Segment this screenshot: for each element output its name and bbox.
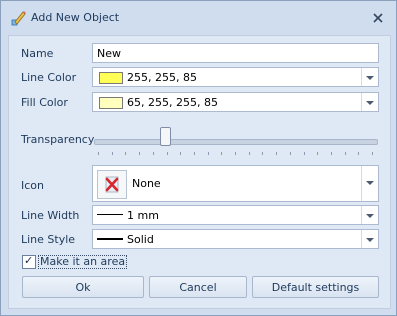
line-color-combo[interactable]: 255, 255, 85 [92, 67, 379, 87]
transparency-label: Transparency [21, 133, 95, 146]
make-area-label[interactable]: Make it an area [38, 255, 128, 269]
line-style-sample [97, 238, 123, 240]
close-icon[interactable] [370, 10, 386, 26]
slider-tick [111, 152, 113, 155]
dialog-body: Name New Line Color 255, 255, 85 Fill Co… [8, 35, 391, 309]
chevron-down-icon[interactable] [361, 68, 378, 86]
dialog-title: Add New Object [31, 11, 120, 24]
slider-tick [358, 152, 360, 155]
icon-combo[interactable]: None [92, 165, 379, 202]
title-bar: Add New Object [1, 1, 396, 35]
slider-tick [330, 152, 332, 155]
chevron-down-icon[interactable] [361, 206, 378, 224]
line-style-label: Line Style [21, 233, 76, 246]
line-color-value: 255, 255, 85 [127, 71, 197, 84]
slider-tick [372, 152, 373, 155]
fill-color-value: 65, 255, 255, 85 [127, 96, 218, 109]
name-label: Name [21, 47, 54, 60]
slider-tick [262, 152, 264, 155]
default-settings-button[interactable]: Default settings [252, 276, 379, 298]
icon-value: None [132, 177, 161, 190]
transparency-slider-thumb[interactable] [160, 127, 171, 146]
slider-tick [125, 152, 127, 155]
slider-tick [235, 152, 236, 155]
ok-button[interactable]: Ok [22, 276, 144, 298]
line-width-label: Line Width [21, 209, 80, 222]
icon-label: Icon [21, 179, 44, 192]
line-style-value: Solid [127, 233, 154, 246]
line-width-value: 1 mm [127, 209, 159, 222]
line-style-combo[interactable]: Solid [92, 229, 379, 249]
slider-tick [193, 152, 195, 155]
slider-tick [344, 152, 346, 155]
slider-tick [221, 152, 223, 155]
chevron-down-icon[interactable] [361, 166, 378, 201]
add-new-object-dialog: Add New Object Name New Line Color 255, … [0, 0, 397, 316]
slider-tick [180, 152, 182, 155]
cancel-button[interactable]: Cancel [149, 276, 247, 298]
line-width-sample [97, 214, 123, 215]
transparency-slider-track[interactable] [94, 139, 378, 145]
slider-tick [276, 152, 278, 155]
slider-tick [98, 152, 99, 155]
slider-tick [139, 152, 141, 155]
slider-tick [248, 152, 250, 155]
slider-tick [152, 152, 154, 155]
slider-tick [289, 152, 291, 155]
slider-tick [317, 152, 319, 155]
slider-tick [303, 152, 305, 155]
slider-tick [166, 152, 168, 155]
line-color-label: Line Color [21, 71, 77, 84]
name-input[interactable]: New [92, 43, 379, 63]
make-area-checkbox[interactable] [22, 254, 36, 269]
red-x-icon [97, 170, 127, 199]
slider-tick [207, 152, 209, 155]
chevron-down-icon[interactable] [361, 230, 378, 248]
line-width-combo[interactable]: 1 mm [92, 205, 379, 225]
line-color-swatch [99, 72, 123, 84]
fill-color-combo[interactable]: 65, 255, 255, 85 [92, 92, 379, 112]
fill-color-swatch [99, 97, 123, 109]
name-value: New [97, 47, 121, 60]
chevron-down-icon[interactable] [361, 93, 378, 111]
fill-color-label: Fill Color [21, 96, 68, 109]
pencil-shapes-icon [11, 10, 27, 26]
